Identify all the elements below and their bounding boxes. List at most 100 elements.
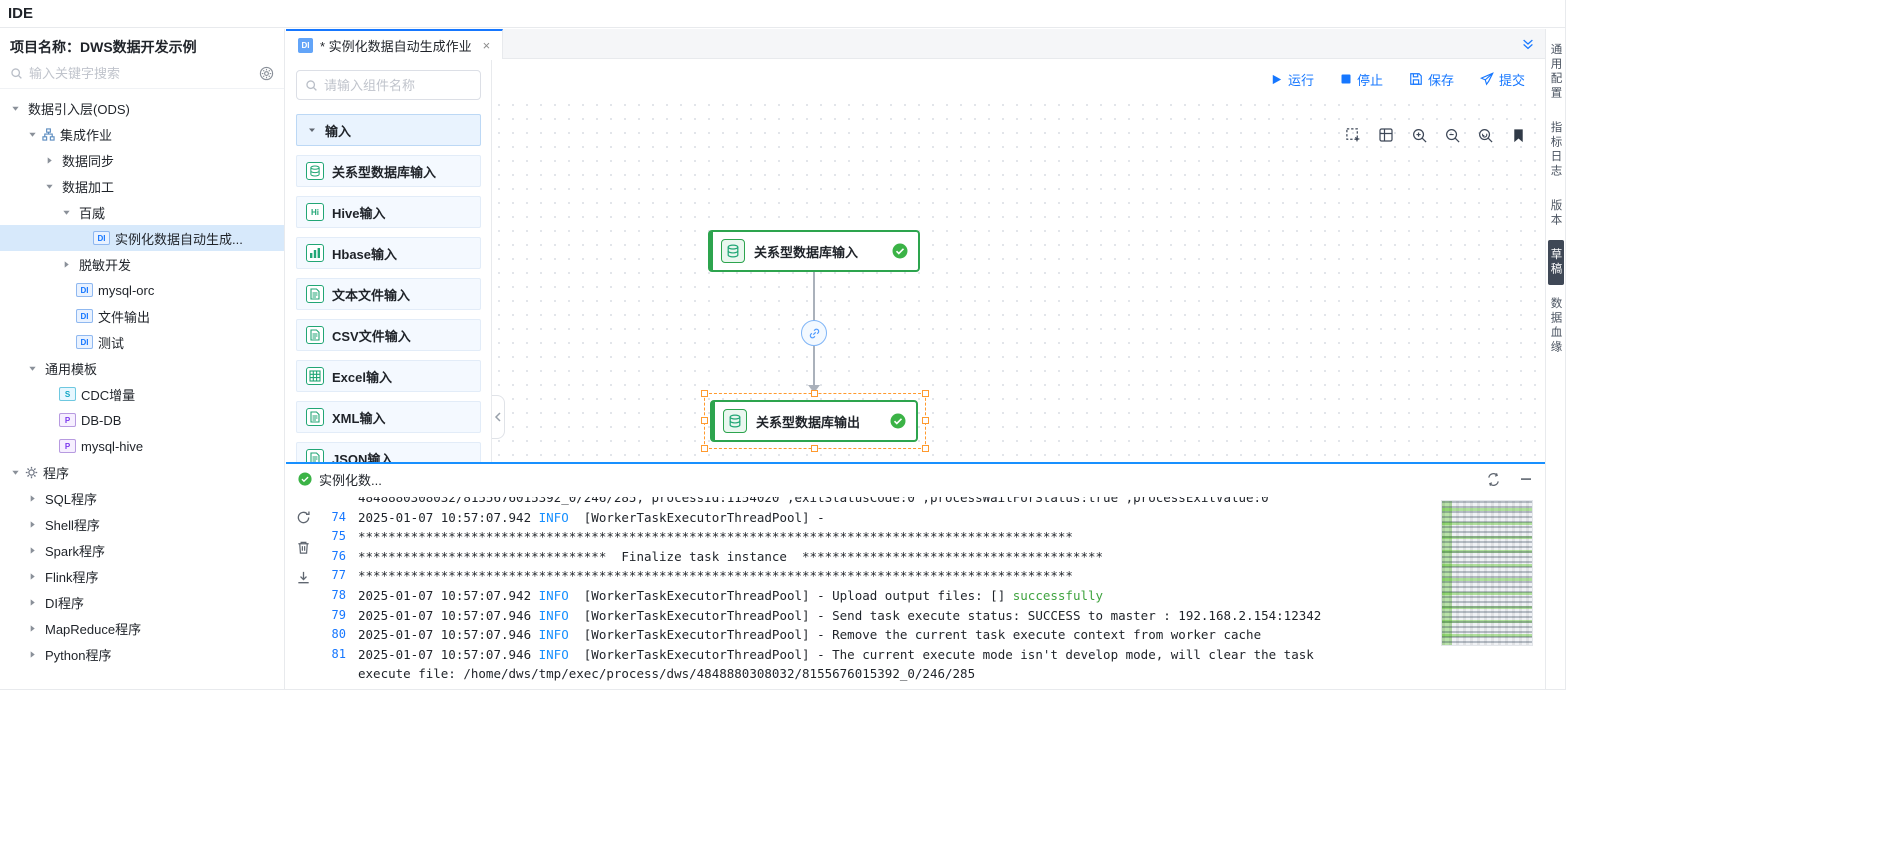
minimize-icon[interactable] bbox=[1519, 472, 1533, 486]
component-item-label: Hive输入 bbox=[332, 203, 385, 222]
log-header-actions bbox=[1486, 472, 1533, 487]
edge-link-icon[interactable] bbox=[801, 320, 827, 346]
tree-item[interactable]: DI测试 bbox=[0, 329, 284, 355]
tree-collapse-arrow-icon[interactable] bbox=[8, 468, 23, 477]
node-relational-db-output[interactable]: 关系型数据库输出 bbox=[710, 400, 918, 442]
tree-item[interactable]: DImysql-orc bbox=[0, 277, 284, 303]
tree-item[interactable]: DI文件输出 bbox=[0, 303, 284, 329]
tree-item[interactable]: Python程序 bbox=[0, 641, 284, 667]
flow-canvas[interactable]: 运行 停止 保存 提交 关系型数据库输入 bbox=[492, 60, 1545, 462]
clear-log-icon[interactable] bbox=[296, 540, 311, 555]
refresh-icon[interactable] bbox=[1486, 472, 1501, 487]
log-minimap[interactable] bbox=[1441, 500, 1533, 646]
tree-item[interactable]: SQL程序 bbox=[0, 485, 284, 511]
tree-expand-arrow-icon[interactable] bbox=[42, 156, 57, 165]
component-item[interactable]: Hbase输入 bbox=[296, 237, 481, 269]
tree-item[interactable]: DI实例化数据自动生成... bbox=[0, 225, 284, 251]
log-tab[interactable]: 实例化数... bbox=[298, 470, 382, 489]
double-chevron-down-icon[interactable] bbox=[1521, 37, 1535, 51]
selection-handle[interactable] bbox=[701, 417, 708, 424]
tree-item[interactable]: 脱敏开发 bbox=[0, 251, 284, 277]
tree-expand-arrow-icon[interactable] bbox=[25, 546, 40, 555]
tree-item[interactable]: 数据引入层(ODS) bbox=[0, 95, 284, 121]
tree-item[interactable]: PDB-DB bbox=[0, 407, 284, 433]
tree-collapse-arrow-icon[interactable] bbox=[42, 182, 57, 191]
integration-job-icon bbox=[42, 128, 55, 141]
tree-expand-arrow-icon[interactable] bbox=[25, 494, 40, 503]
tree-item[interactable]: 通用模板 bbox=[0, 355, 284, 381]
tree-item[interactable]: DI程序 bbox=[0, 589, 284, 615]
tree-collapse-arrow-icon[interactable] bbox=[59, 208, 74, 217]
tree-item[interactable]: 百威 bbox=[0, 199, 284, 225]
tree-item[interactable]: SCDC增量 bbox=[0, 381, 284, 407]
tree-expand-arrow-icon[interactable] bbox=[25, 520, 40, 529]
tree-item[interactable]: Shell程序 bbox=[0, 511, 284, 537]
bookmark-save-icon[interactable] bbox=[1507, 124, 1529, 146]
log-body[interactable]: 4848880308032/8155676015392_0/246/285, p… bbox=[286, 494, 1545, 689]
tab-close-icon[interactable]: × bbox=[483, 38, 491, 53]
tree-item-label: 通用模板 bbox=[45, 359, 97, 378]
search-settings-icon[interactable] bbox=[259, 66, 274, 81]
save-button[interactable]: 保存 bbox=[1409, 70, 1454, 89]
right-tab[interactable]: 通用配置 bbox=[1548, 35, 1564, 109]
sidebar-search-input[interactable] bbox=[29, 66, 253, 81]
selection-handle[interactable] bbox=[701, 445, 708, 452]
collapse-panel-handle[interactable] bbox=[492, 395, 505, 439]
tree-item[interactable]: 数据加工 bbox=[0, 173, 284, 199]
tree-item[interactable]: Spark程序 bbox=[0, 537, 284, 563]
tree-expand-arrow-icon[interactable] bbox=[25, 624, 40, 633]
log-line-number bbox=[322, 497, 346, 508]
component-item[interactable]: 关系型数据库输入 bbox=[296, 155, 481, 187]
tree-expand-arrow-icon[interactable] bbox=[25, 650, 40, 659]
tree-item-label: DI程序 bbox=[45, 593, 84, 612]
selection-handle[interactable] bbox=[922, 445, 929, 452]
component-item[interactable]: Excel输入 bbox=[296, 360, 481, 392]
canvas-grid[interactable]: 关系型数据库输入 关系型数据库输出 bbox=[492, 98, 1545, 462]
run-label: 运行 bbox=[1288, 70, 1314, 89]
right-tab[interactable]: 指标日志 bbox=[1548, 113, 1564, 187]
right-tab[interactable]: 版本 bbox=[1548, 191, 1564, 236]
ide-window: IDE 项目名称：DWS数据开发示例 数据引入层(ODS)集成作业数据同步数据加… bbox=[0, 0, 1566, 690]
reload-log-icon[interactable] bbox=[296, 510, 311, 525]
right-tab[interactable]: 草稿 bbox=[1548, 240, 1564, 285]
component-item[interactable]: XML输入 bbox=[296, 401, 481, 433]
tree-collapse-arrow-icon[interactable] bbox=[25, 130, 40, 139]
tree-expand-arrow-icon[interactable] bbox=[59, 260, 74, 269]
log-line: 4848880308032/8155676015392_0/246/285, p… bbox=[322, 497, 1433, 508]
stop-button[interactable]: 停止 bbox=[1340, 70, 1383, 89]
component-item[interactable]: 文本文件输入 bbox=[296, 278, 481, 310]
right-tab[interactable]: 数据血缘 bbox=[1548, 289, 1564, 363]
zoom-reset-icon[interactable] bbox=[1474, 124, 1496, 146]
grid-view-icon[interactable] bbox=[1375, 124, 1397, 146]
component-item[interactable]: HiHive输入 bbox=[296, 196, 481, 228]
component-item[interactable]: CSV文件输入 bbox=[296, 319, 481, 351]
selection-handle[interactable] bbox=[811, 390, 818, 397]
selection-handle[interactable] bbox=[811, 445, 818, 452]
selection-handle[interactable] bbox=[922, 417, 929, 424]
selection-handle[interactable] bbox=[922, 390, 929, 397]
zoom-in-icon[interactable] bbox=[1408, 124, 1430, 146]
download-log-icon[interactable] bbox=[296, 570, 311, 585]
tree-item[interactable]: Flink程序 bbox=[0, 563, 284, 589]
tree-collapse-arrow-icon[interactable] bbox=[25, 364, 40, 373]
marquee-select-icon[interactable] bbox=[1342, 124, 1364, 146]
tree-item[interactable]: 集成作业 bbox=[0, 121, 284, 147]
selection-handle[interactable] bbox=[701, 390, 708, 397]
zoom-out-icon[interactable] bbox=[1441, 124, 1463, 146]
component-search-input[interactable] bbox=[324, 78, 472, 93]
tab-instance-job[interactable]: DI * 实例化数据自动生成作业 × bbox=[286, 29, 503, 59]
tree-item[interactable]: 程序 bbox=[0, 459, 284, 485]
tree-collapse-arrow-icon[interactable] bbox=[8, 104, 23, 113]
editor-area: DI * 实例化数据自动生成作业 × 输入 关系型数据库输入 HiHive输入 Hb… bbox=[286, 29, 1545, 689]
run-button[interactable]: 运行 bbox=[1270, 70, 1314, 89]
tree-expand-arrow-icon[interactable] bbox=[25, 572, 40, 581]
tree-item[interactable]: MapReduce程序 bbox=[0, 615, 284, 641]
log-line-number: 74 bbox=[322, 508, 346, 528]
submit-button[interactable]: 提交 bbox=[1480, 70, 1525, 89]
component-group-input[interactable]: 输入 bbox=[296, 114, 481, 146]
node-relational-db-input[interactable]: 关系型数据库输入 bbox=[708, 230, 920, 272]
component-item[interactable]: JSON输入 bbox=[296, 442, 481, 462]
tree-item[interactable]: 数据同步 bbox=[0, 147, 284, 173]
tree-expand-arrow-icon[interactable] bbox=[25, 598, 40, 607]
tree-item[interactable]: Pmysql-hive bbox=[0, 433, 284, 459]
